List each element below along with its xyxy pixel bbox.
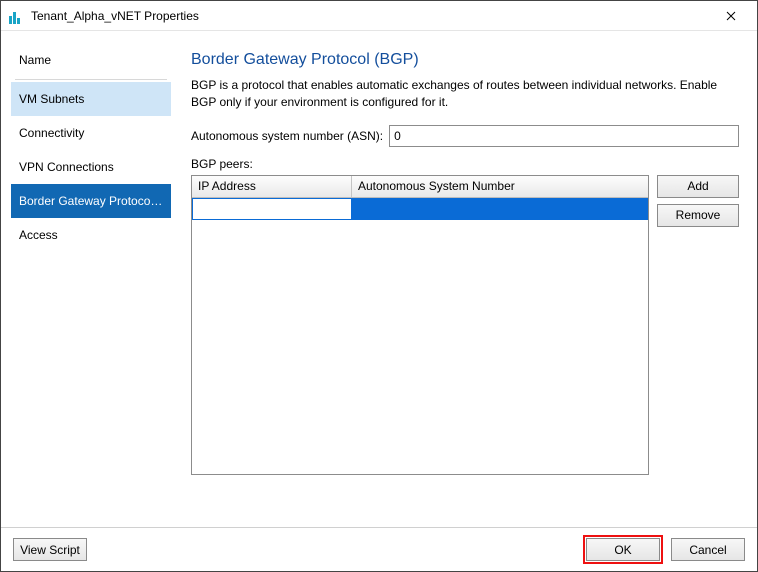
page-description: BGP is a protocol that enables automatic… [191, 77, 739, 111]
sidebar-header: Name [11, 47, 171, 77]
page-heading: Border Gateway Protocol (BGP) [191, 51, 739, 69]
window-title: Tenant_Alpha_vNET Properties [31, 9, 711, 23]
dialog-footer: View Script OK Cancel [1, 527, 757, 571]
bgp-peers-grid[interactable]: IP Address Autonomous System Number [191, 175, 649, 475]
col-header-ip[interactable]: IP Address [192, 176, 352, 197]
properties-window: Tenant_Alpha_vNET Properties Name VM Sub… [0, 0, 758, 572]
sidebar-separator [15, 79, 167, 80]
sidebar-item-bgp[interactable]: Border Gateway Protocol... [11, 184, 171, 218]
bgp-peers-label: BGP peers: [191, 157, 739, 171]
cell-ip[interactable] [192, 198, 352, 220]
sidebar: Name VM Subnets Connectivity VPN Connect… [11, 41, 171, 517]
close-icon [726, 11, 736, 21]
add-button[interactable]: Add [657, 175, 739, 198]
sidebar-item-vm-subnets[interactable]: VM Subnets [11, 82, 171, 116]
main-panel: Border Gateway Protocol (BGP) BGP is a p… [171, 41, 747, 517]
bgp-peers-row: IP Address Autonomous System Number Add [191, 175, 739, 517]
cell-asn[interactable] [352, 198, 648, 220]
dialog-body: Name VM Subnets Connectivity VPN Connect… [1, 31, 757, 527]
grid-side-buttons: Add Remove [657, 175, 739, 227]
sidebar-item-access[interactable]: Access [11, 218, 171, 252]
app-icon [9, 8, 25, 24]
titlebar: Tenant_Alpha_vNET Properties [1, 1, 757, 31]
col-header-asn[interactable]: Autonomous System Number [352, 176, 648, 197]
ok-button[interactable]: OK [586, 538, 660, 561]
asn-label: Autonomous system number (ASN): [191, 129, 383, 143]
table-row[interactable] [192, 198, 648, 220]
asn-field-row: Autonomous system number (ASN): [191, 125, 739, 147]
grid-body [192, 198, 648, 474]
ip-address-input[interactable] [193, 199, 351, 219]
sidebar-item-connectivity[interactable]: Connectivity [11, 116, 171, 150]
cancel-button[interactable]: Cancel [671, 538, 745, 561]
view-script-button[interactable]: View Script [13, 538, 87, 561]
remove-button[interactable]: Remove [657, 204, 739, 227]
asn-input[interactable] [389, 125, 739, 147]
grid-header: IP Address Autonomous System Number [192, 176, 648, 198]
ok-highlight: OK [583, 535, 663, 564]
sidebar-item-vpn-connections[interactable]: VPN Connections [11, 150, 171, 184]
close-button[interactable] [711, 2, 751, 30]
